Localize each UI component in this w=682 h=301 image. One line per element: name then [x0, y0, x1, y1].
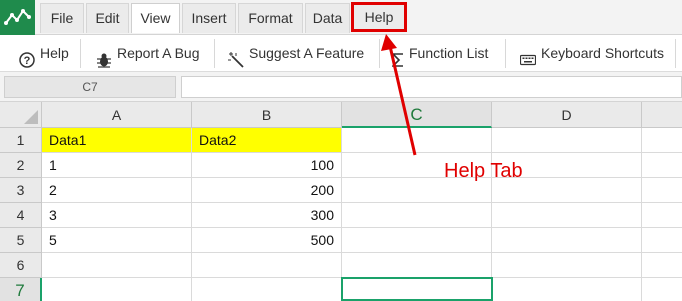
- menu-file[interactable]: File: [40, 3, 84, 33]
- column-header-c[interactable]: C: [342, 102, 492, 128]
- cell-e5[interactable]: [642, 228, 682, 253]
- cell-e6[interactable]: [642, 253, 682, 278]
- cell-b5[interactable]: 500: [192, 228, 342, 253]
- spreadsheet-grid: A B C D 1 2 3 4 5 6 7 Data1 Data2 1 100 …: [0, 102, 682, 301]
- menu-help[interactable]: Help: [351, 2, 407, 32]
- menu-data[interactable]: Data: [305, 3, 350, 33]
- menu-edit[interactable]: Edit: [86, 3, 129, 33]
- cell-b1[interactable]: Data2: [192, 128, 342, 153]
- keyboard-shortcuts-button[interactable]: Keyboard Shortcuts: [519, 35, 664, 71]
- cell-a7[interactable]: [42, 278, 192, 301]
- cell-a1[interactable]: Data1: [42, 128, 192, 153]
- cell-b6[interactable]: [192, 253, 342, 278]
- cell-b4[interactable]: 300: [192, 203, 342, 228]
- svg-text:?: ?: [24, 55, 31, 67]
- keyboard-shortcuts-label: Keyboard Shortcuts: [541, 45, 664, 61]
- column-header-a[interactable]: A: [42, 102, 192, 128]
- sigma-icon: [391, 45, 404, 67]
- bug-icon: [96, 45, 112, 68]
- report-bug-label: Report A Bug: [117, 45, 200, 61]
- menu-bar: File Edit View Insert Format Data Help: [0, 0, 682, 35]
- cell-d7[interactable]: [492, 278, 642, 301]
- cell-e7[interactable]: [642, 278, 682, 301]
- cell-e1[interactable]: [642, 128, 682, 153]
- row-header-6[interactable]: 6: [0, 253, 42, 278]
- cell-c5[interactable]: [342, 228, 492, 253]
- cell-a5[interactable]: 5: [42, 228, 192, 253]
- cell-d6[interactable]: [492, 253, 642, 278]
- menu-insert[interactable]: Insert: [182, 3, 236, 33]
- select-all-corner[interactable]: [0, 102, 42, 128]
- cell-a3[interactable]: 2: [42, 178, 192, 203]
- cell-d1[interactable]: [492, 128, 642, 153]
- toolbar-divider: [675, 39, 676, 68]
- help-button[interactable]: ? Help: [19, 35, 69, 71]
- column-header-e[interactable]: [642, 102, 682, 128]
- toolbar-divider: [80, 39, 81, 68]
- help-button-label: Help: [40, 45, 69, 61]
- cell-e3[interactable]: [642, 178, 682, 203]
- function-list-label: Function List: [409, 45, 489, 61]
- cell-b3[interactable]: 200: [192, 178, 342, 203]
- keyboard-icon: [519, 45, 537, 66]
- menu-view[interactable]: View: [131, 3, 180, 33]
- formula-input[interactable]: [181, 76, 682, 98]
- row-header-1[interactable]: 1: [0, 128, 42, 153]
- cell-d4[interactable]: [492, 203, 642, 228]
- suggest-feature-button[interactable]: Suggest A Feature: [228, 35, 364, 71]
- cell-c6[interactable]: [342, 253, 492, 278]
- cell-a4[interactable]: 3: [42, 203, 192, 228]
- toolbar-divider: [214, 39, 215, 68]
- cell-c7[interactable]: [342, 278, 492, 301]
- help-toolbar: ? Help Report A Bug Suggest A Feature Fu…: [0, 35, 682, 72]
- cell-d5[interactable]: [492, 228, 642, 253]
- column-header-b[interactable]: B: [192, 102, 342, 128]
- toolbar-divider: [379, 39, 380, 68]
- cell-e4[interactable]: [642, 203, 682, 228]
- cell-b7[interactable]: [192, 278, 342, 301]
- row-header-2[interactable]: 2: [0, 153, 42, 178]
- menu-format[interactable]: Format: [238, 3, 303, 33]
- function-list-button[interactable]: Function List: [391, 35, 489, 71]
- annotation-label: Help Tab: [444, 160, 523, 182]
- app-logo-icon: [0, 0, 35, 35]
- cell-a2[interactable]: 1: [42, 153, 192, 178]
- cell-c1[interactable]: [342, 128, 492, 153]
- report-bug-button[interactable]: Report A Bug: [96, 35, 200, 71]
- column-header-d[interactable]: D: [492, 102, 642, 128]
- row-header-5[interactable]: 5: [0, 228, 42, 253]
- row-header-7[interactable]: 7: [0, 278, 42, 301]
- suggest-feature-label: Suggest A Feature: [249, 45, 365, 61]
- magic-wand-icon: [228, 45, 244, 68]
- row-header-3[interactable]: 3: [0, 178, 42, 203]
- cell-reference-box[interactable]: C7: [4, 76, 176, 98]
- formula-bar: C7: [0, 72, 682, 102]
- cell-e2[interactable]: [642, 153, 682, 178]
- cell-a6[interactable]: [42, 253, 192, 278]
- cell-b2[interactable]: 100: [192, 153, 342, 178]
- row-header-4[interactable]: 4: [0, 203, 42, 228]
- toolbar-divider: [505, 39, 506, 68]
- cell-c4[interactable]: [342, 203, 492, 228]
- question-circle-icon: ?: [19, 45, 35, 68]
